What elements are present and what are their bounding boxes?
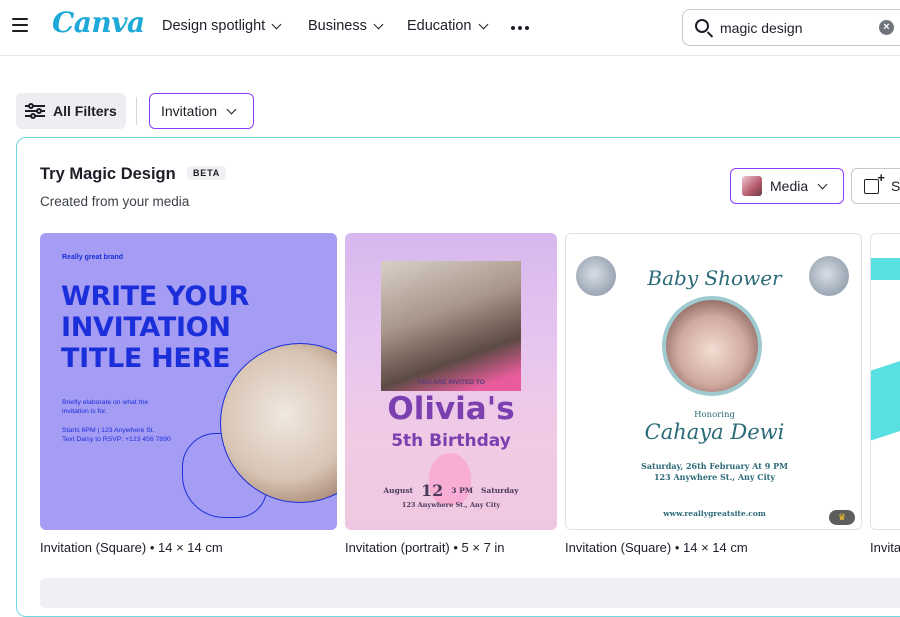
nav-label: Design spotlight [162, 18, 266, 34]
template-card-partial[interactable] [870, 233, 900, 530]
card-label: Invita [870, 540, 900, 555]
child-name: Olivia's [387, 391, 515, 427]
search-icon [695, 19, 709, 33]
top-bar: Canva Design spotlight Business Educatio… [0, 0, 900, 56]
card-label: Invitation (Square) • 14 × 14 cm [565, 540, 748, 555]
clear-search-icon[interactable]: × [879, 20, 894, 35]
website-url: www.reallygreatsite.com [663, 509, 766, 518]
search-value: magic design [720, 20, 803, 36]
nav-design-spotlight[interactable]: Design spotlight [162, 18, 282, 34]
nav-label: Business [308, 18, 367, 34]
event-details: Starts 6PM | 123 Anywhere St. Text Daisy… [62, 427, 171, 443]
chevron-down-icon [271, 19, 282, 29]
chevron-down-icon [817, 179, 828, 189]
nav-label: Education [407, 18, 472, 34]
event-details: Saturday, 26th February At 9 PM 123 Anyw… [641, 461, 788, 482]
headline: WRITE YOUR INVITATION TITLE HERE [61, 281, 250, 374]
chevron-down-icon [373, 19, 384, 29]
honoree-name: Cahaya Dewi [644, 420, 785, 444]
card-title: Baby Shower [647, 266, 782, 290]
honoring-text: Honoring [694, 410, 735, 420]
all-filters-button[interactable]: All Filters [16, 93, 126, 129]
teal-shape [871, 357, 900, 441]
all-filters-label: All Filters [53, 103, 117, 119]
panel-title: Try Magic Design [40, 165, 176, 183]
invitation-filter-label: Invitation [161, 103, 218, 119]
card-label: Invitation (Square) • 14 × 14 cm [40, 540, 223, 555]
beta-badge: BETA [187, 166, 227, 180]
brand-text: Really great brand [62, 254, 124, 261]
panel-subtitle: Created from your media [40, 194, 190, 209]
card-label: Invitation (portrait) • 5 × 7 in [345, 540, 505, 555]
teal-shape [871, 258, 900, 280]
nav-business[interactable]: Business [308, 18, 384, 34]
canva-logo[interactable]: Canva [52, 6, 145, 39]
search-input[interactable]: magic design × [682, 9, 900, 46]
info-banner [40, 578, 900, 608]
filter-sliders-icon [25, 103, 45, 119]
address: 123 Anywhere St., Any City [401, 501, 501, 509]
child-photo [662, 296, 762, 396]
media-thumbnail [742, 176, 762, 196]
description: Briefly elaborate on what the invitation… [62, 399, 149, 415]
upload-button-label: S [891, 178, 900, 194]
chevron-down-icon [478, 19, 488, 29]
crown-icon: ♛ [829, 510, 855, 525]
occasion: 5th Birthday [391, 431, 511, 451]
media-dropdown-button[interactable]: Media [730, 168, 844, 204]
menu-icon[interactable] [12, 18, 28, 36]
divider [136, 97, 137, 125]
chevron-down-icon [226, 104, 237, 114]
more-icon[interactable] [511, 26, 529, 30]
invited-text: YOU ARE INVITED TO [417, 379, 485, 386]
child-photo [381, 261, 521, 391]
event-date: August 12 3 PM Saturday [383, 481, 519, 500]
template-card-invitation-square[interactable]: Really great brand WRITE YOUR INVITATION… [40, 233, 337, 530]
invitation-filter-dropdown[interactable]: Invitation [149, 93, 254, 129]
nav-education[interactable]: Education [407, 18, 488, 34]
template-card-invitation-portrait[interactable]: YOU ARE INVITED TO Olivia's 5th Birthday… [345, 233, 557, 530]
template-card-baby-shower[interactable]: Baby Shower Honoring Cahaya Dewi Saturda… [565, 233, 862, 530]
add-media-icon [864, 170, 885, 194]
upload-button[interactable]: S [851, 168, 900, 204]
media-label: Media [770, 178, 809, 194]
